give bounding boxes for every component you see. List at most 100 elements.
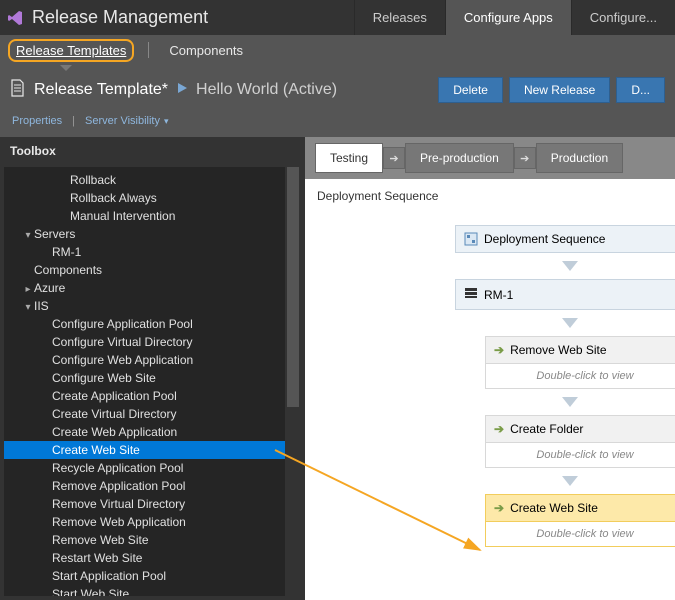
activity-body[interactable]: Double-click to view (485, 364, 675, 389)
tree-item-label: Start Web Site (52, 587, 129, 596)
tab-configure-more[interactable]: Configure... (571, 0, 675, 35)
tree-item[interactable]: Rollback (4, 171, 301, 189)
tree-item-label: Manual Intervention (70, 209, 175, 223)
server-header[interactable]: RM-1 (455, 279, 675, 310)
tree-item[interactable]: Configure Web Application (4, 351, 301, 369)
toolbox-header: Toolbox (0, 137, 305, 165)
tab-configure-apps[interactable]: Configure Apps (445, 0, 571, 35)
canvas: Testing ➔ Pre-production ➔ Production De… (305, 137, 675, 600)
title-bar: Release Management Releases Configure Ap… (0, 0, 675, 35)
tree-item[interactable]: Configure Virtual Directory (4, 333, 301, 351)
tree-item-label: Remove Web Site (52, 533, 149, 547)
tree-item[interactable]: Manual Intervention (4, 207, 301, 225)
subnav-components[interactable]: Components (163, 41, 249, 60)
activity-title: Remove Web Site (510, 343, 607, 357)
tree-item[interactable]: Configure Application Pool (4, 315, 301, 333)
play-icon (176, 81, 188, 99)
tree-item[interactable]: Create Application Pool (4, 387, 301, 405)
subnav-release-templates[interactable]: Release Templates (8, 39, 134, 62)
tree-item[interactable]: Start Application Pool (4, 567, 301, 585)
tab-releases[interactable]: Releases (354, 0, 445, 35)
tree-item[interactable]: Remove Web Application (4, 513, 301, 531)
expander-icon[interactable]: ▾ (22, 230, 34, 241)
tree-item-label: RM-1 (52, 245, 81, 259)
server-header-label: RM-1 (484, 288, 513, 302)
sequence-header[interactable]: Deployment Sequence (455, 225, 675, 253)
tree-item[interactable]: Create Web Application (4, 423, 301, 441)
template-subtitle: Hello World (Active) (196, 81, 337, 99)
new-release-button[interactable]: New Release (509, 77, 610, 103)
tree-item[interactable]: Start Web Site (4, 585, 301, 596)
tree-item[interactable]: Remove Application Pool (4, 477, 301, 495)
tree-item[interactable]: Create Virtual Directory (4, 405, 301, 423)
sequence-icon (464, 232, 478, 246)
tree-item[interactable]: Remove Web Site (4, 531, 301, 549)
separator: | (72, 115, 75, 127)
tree-item-label: Remove Web Application (52, 515, 186, 529)
tree-item-label: Rollback (70, 173, 116, 187)
tree-item-label: Components (34, 263, 102, 277)
tree-item[interactable]: Remove Virtual Directory (4, 495, 301, 513)
flow-arrow-icon (562, 318, 578, 328)
deployment-sequence: Deployment Sequence RM-1 ➔ Remove Web Sit… (455, 225, 675, 547)
tree-item[interactable]: ▸Azure (4, 279, 301, 297)
stage-production[interactable]: Production (536, 143, 623, 173)
activity-title: Create Web Site (510, 501, 598, 515)
tree-item-label: IIS (34, 299, 49, 313)
tree-item[interactable]: Restart Web Site (4, 549, 301, 567)
tree-item-label: Remove Virtual Directory (52, 497, 185, 511)
activity-body[interactable]: Double-click to view (485, 522, 675, 547)
tree-item[interactable]: Configure Web Site (4, 369, 301, 387)
more-button[interactable]: D... (616, 77, 665, 103)
tree-item-label: Create Web Application (52, 425, 177, 439)
expander-icon[interactable]: ▾ (22, 302, 34, 313)
canvas-title: Deployment Sequence (305, 179, 675, 207)
expander-icon[interactable]: ▸ (22, 284, 34, 295)
template-header: Release Template* Hello World (Active) D… (0, 65, 675, 115)
tree-item[interactable]: ▾IIS (4, 297, 301, 315)
toolbox-tree[interactable]: Rollback Rollback Always Manual Interventi… (4, 167, 301, 596)
flow-arrow-icon (562, 397, 578, 407)
separator (148, 42, 149, 58)
activity-header[interactable]: ➔Create Folder (485, 415, 675, 443)
activity[interactable]: ➔ Create Web Site Double-click to view (485, 494, 675, 547)
scrollbar-thumb[interactable] (287, 167, 299, 407)
stage-bar: Testing ➔ Pre-production ➔ Production (305, 137, 675, 179)
tree-item[interactable]: RM-1 (4, 243, 301, 261)
visual-studio-icon (6, 9, 24, 27)
app-title: Release Management (32, 7, 354, 28)
tree-item-label: Configure Virtual Directory (52, 335, 193, 349)
activity[interactable]: ➔ Remove Web Site Double-click to view (485, 336, 675, 389)
activity-header[interactable]: ➔ Create Web Site (485, 494, 675, 522)
tree-item-label: Remove Application Pool (52, 479, 185, 493)
scrollbar[interactable] (285, 167, 301, 596)
tree-item[interactable]: Recycle Application Pool (4, 459, 301, 477)
tree-item[interactable]: Rollback Always (4, 189, 301, 207)
body: Toolbox Rollback Rollback Always Manual In… (0, 137, 675, 600)
activity-arrow-icon: ➔ (494, 422, 504, 436)
tree-item-label: Restart Web Site (52, 551, 142, 565)
stage-pre-production[interactable]: Pre-production (405, 143, 514, 173)
delete-button[interactable]: Delete (438, 77, 503, 103)
properties-link[interactable]: Properties (12, 115, 62, 127)
activity-header[interactable]: ➔ Remove Web Site (485, 336, 675, 364)
tree-item-label: Create Web Site (52, 443, 140, 457)
activity-body[interactable]: Double-click to view (485, 443, 675, 468)
activity[interactable]: ➔Create FolderDouble-click to view (485, 415, 675, 468)
tree-item[interactable]: Create Web Site (4, 441, 301, 459)
server-icon (464, 286, 478, 303)
flow-arrow-icon (562, 476, 578, 486)
tree-item-label: Configure Web Application (52, 353, 193, 367)
toolbox: Toolbox Rollback Rollback Always Manual In… (0, 137, 305, 600)
activity-arrow-icon: ➔ (494, 343, 504, 357)
tree-item-label: Start Application Pool (52, 569, 166, 583)
tree-item[interactable]: Components (4, 261, 301, 279)
main-tabs: Releases Configure Apps Configure... (354, 0, 675, 35)
properties-row: Properties | Server Visibility▾ (0, 115, 675, 137)
tree-item-label: Create Virtual Directory (52, 407, 177, 421)
tree-item[interactable]: ▾Servers (4, 225, 301, 243)
server-visibility-link[interactable]: Server Visibility▾ (85, 115, 169, 127)
stage-testing[interactable]: Testing (315, 143, 383, 173)
activity-arrow-icon: ➔ (494, 501, 504, 515)
tree-item-label: Recycle Application Pool (52, 461, 183, 475)
